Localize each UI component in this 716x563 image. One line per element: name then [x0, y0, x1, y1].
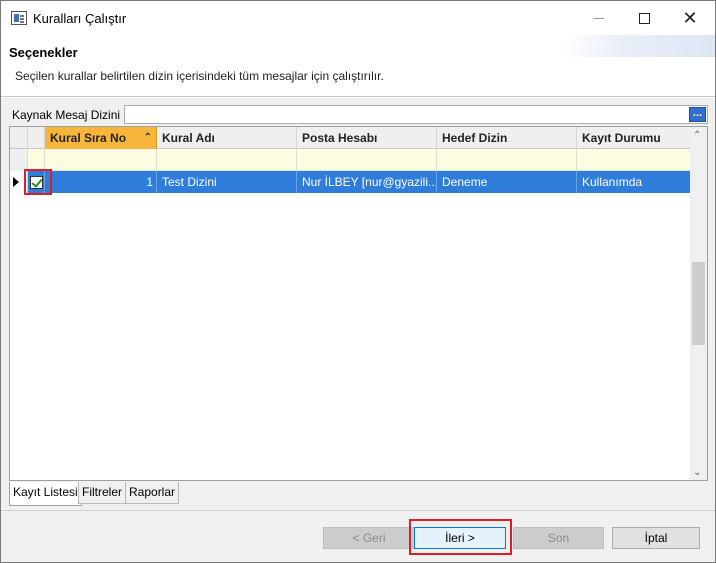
filter-row[interactable]: [10, 149, 692, 171]
cell-rule-name[interactable]: Test Dizini: [157, 171, 297, 193]
browse-button[interactable]: ...: [689, 107, 706, 122]
cell-mail-account[interactable]: Nur İLBEY [nur@gyazili...: [297, 171, 437, 193]
wizard-footer: < Geri İleri > Son İptal: [1, 510, 715, 562]
source-folder-row: Kaynak Mesaj Dizini ...: [1, 98, 715, 126]
filter-indicator-cell: [10, 149, 28, 171]
rules-grid[interactable]: Kural Sıra No ⌃ Kural Adı Posta Hesabı H…: [9, 126, 708, 481]
back-button[interactable]: < Geri: [323, 527, 415, 549]
close-icon: ✕: [682, 7, 698, 28]
cell-record-status[interactable]: Kullanımda: [577, 171, 692, 193]
tab-record-list[interactable]: Kayıt Listesi: [9, 482, 82, 506]
sort-ascending-icon: ⌃: [143, 132, 152, 143]
header-decoration: [565, 35, 715, 57]
scrollbar-thumb[interactable]: [692, 262, 705, 345]
column-header-mail-account[interactable]: Posta Hesabı: [297, 127, 437, 149]
table-row[interactable]: 1 Test Dizini Nur İLBEY [nur@gyazili... …: [10, 171, 692, 193]
column-header-record-status[interactable]: Kayıt Durumu: [577, 127, 692, 149]
content-area: Kaynak Mesaj Dizini ... Kural Sıra No ⌃ …: [1, 98, 715, 510]
grid-header-row: Kural Sıra No ⌃ Kural Adı Posta Hesabı H…: [10, 127, 692, 149]
dialog-window: Kuralları Çalıştır ✕ Seçenekler Seçilen …: [0, 0, 716, 563]
finish-button[interactable]: Son: [513, 527, 604, 549]
cell-target-folder[interactable]: Deneme: [437, 171, 577, 193]
page-description: Seçilen kurallar belirtilen dizin içeris…: [15, 69, 384, 83]
maximize-icon: [638, 12, 650, 24]
scroll-up-icon[interactable]: ⌃: [693, 130, 701, 141]
row-indicator-header: [10, 127, 28, 149]
column-header-target-folder[interactable]: Hedef Dizin: [437, 127, 577, 149]
filter-cell-rule-order[interactable]: [45, 149, 157, 171]
filter-cell-record-status[interactable]: [577, 149, 692, 171]
window-title: Kuralları Çalıştır: [33, 11, 127, 26]
tab-reports[interactable]: Raporlar: [125, 482, 180, 504]
next-button-highlight-frame: [409, 519, 512, 555]
close-button[interactable]: ✕: [667, 1, 713, 35]
minimize-icon: [592, 17, 604, 19]
checkbox-header[interactable]: [28, 127, 45, 149]
current-row-arrow-icon: [13, 177, 19, 187]
checkbox-highlight-frame: [24, 169, 52, 195]
minimize-button[interactable]: [575, 1, 621, 35]
column-header-rule-name[interactable]: Kural Adı: [157, 127, 297, 149]
filter-cell-mail-account[interactable]: [297, 149, 437, 171]
vertical-scrollbar[interactable]: ⌃ ⌄: [690, 127, 707, 480]
wizard-header: Seçenekler Seçilen kurallar belirtilen d…: [1, 35, 715, 97]
cell-rule-order[interactable]: 1: [45, 171, 157, 193]
page-title: Seçenekler: [9, 45, 78, 60]
source-folder-label: Kaynak Mesaj Dizini: [12, 108, 121, 122]
filter-cell-rule-name[interactable]: [157, 149, 297, 171]
app-window-icon: [11, 11, 27, 25]
column-header-rule-order[interactable]: Kural Sıra No ⌃: [45, 127, 157, 149]
maximize-button[interactable]: [621, 1, 667, 35]
source-folder-input[interactable]: ...: [124, 105, 708, 124]
filter-checkbox-cell[interactable]: [28, 149, 45, 171]
scroll-down-icon[interactable]: ⌄: [693, 467, 701, 478]
title-bar: Kuralları Çalıştır ✕: [1, 1, 715, 35]
column-header-label: Kural Sıra No: [50, 131, 127, 145]
cancel-button[interactable]: İptal: [612, 527, 700, 549]
tab-filters[interactable]: Filtreler: [78, 482, 127, 504]
filter-cell-target-folder[interactable]: [437, 149, 577, 171]
